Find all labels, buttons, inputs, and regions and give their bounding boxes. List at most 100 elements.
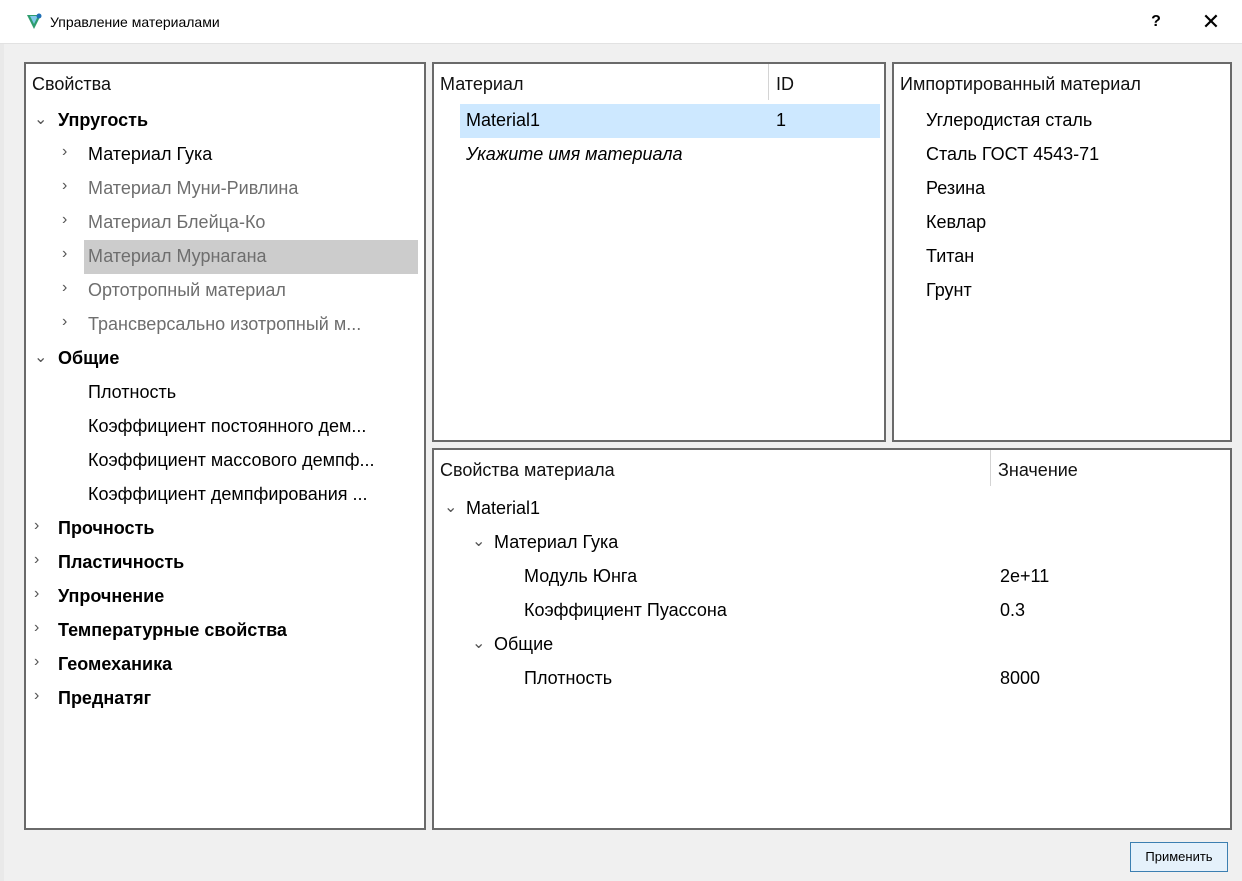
chevron-right-icon[interactable]: › [62,313,67,331]
chevron-right-icon[interactable]: › [62,143,67,161]
tree-item-group[interactable]: ⌄ Материал Гука [434,526,1230,560]
id-column-header[interactable]: ID [776,74,794,95]
chevron-right-icon[interactable]: › [62,211,67,229]
properties-panel: Свойства ⌄ Упругость › Материал Гука › М… [24,62,426,830]
tree-item-label: Температурные свойства [58,620,287,640]
window-title: Управление материалами [50,14,220,30]
tree-item-blatz-ko[interactable]: › Материал Блейца-Ко [26,206,424,240]
material-column-header[interactable]: Материал [440,74,523,95]
tree-item-material[interactable]: ⌄ Material1 [434,492,1230,526]
property-value[interactable]: 0.3 [1000,600,1025,621]
chevron-down-icon[interactable]: ⌄ [34,109,47,129]
chevron-down-icon[interactable]: ⌄ [34,347,47,367]
material-name-cell[interactable]: Material1 [466,110,540,131]
property-value[interactable]: 2e+11 [1000,566,1049,587]
tree-item-hardening[interactable]: › Упрочнение [26,580,424,614]
tree-item-label: Общие [58,348,120,368]
property-name: Модуль Юнга [524,566,638,586]
tree-item-label: Коэффициент демпфирования ... [88,484,368,504]
help-button[interactable]: ? [1144,10,1168,34]
chevron-right-icon[interactable]: › [34,619,39,637]
list-item[interactable]: Резина [894,172,1230,206]
group-label: Общие [494,634,554,654]
list-item[interactable]: Кевлар [894,206,1230,240]
window-left-edge [0,44,4,881]
material-id-cell[interactable]: 1 [776,110,786,131]
tree-item-label: Геомеханика [58,654,173,674]
chevron-down-icon[interactable]: ⌄ [472,531,485,551]
tree-item-label: Материал Гука [88,144,213,164]
list-item[interactable]: Сталь ГОСТ 4543-71 [894,138,1230,172]
materials-panel: Материал ID Material1 1 Укажите имя мате… [432,62,886,442]
list-item[interactable]: Углеродистая сталь [894,104,1230,138]
tree-item-elasticity[interactable]: ⌄ Упругость [26,104,424,138]
chevron-right-icon[interactable]: › [34,653,39,671]
tree-item-label: Ортотропный материал [88,280,286,300]
tree-item-hooke[interactable]: › Материал Гука [26,138,424,172]
property-row[interactable]: Плотность 8000 [434,662,1230,696]
tree-item-label: Упругость [58,110,149,130]
tree-item-label: Пластичность [58,552,185,572]
chevron-right-icon[interactable]: › [34,585,39,603]
tree-item-label: Преднатяг [58,688,152,708]
imported-item-label: Титан [926,246,975,266]
column-divider[interactable] [768,64,769,100]
chevron-down-icon[interactable]: ⌄ [444,497,457,517]
property-column-header[interactable]: Свойства материала [440,460,615,481]
tree-item-label: Материал Муни-Ривлина [88,178,299,198]
imported-item-label: Грунт [926,280,972,300]
apply-button[interactable]: Применить [1130,842,1228,872]
tree-item-pretension[interactable]: › Преднатяг [26,682,424,716]
value-column-header[interactable]: Значение [998,460,1078,481]
material-name-label: Material1 [466,498,541,518]
tree-item-geomechanics[interactable]: › Геомеханика [26,648,424,682]
new-material-row[interactable]: Укажите имя материала [434,138,884,172]
chevron-down-icon[interactable]: ⌄ [472,633,485,653]
imported-header: Импортированный материал [900,74,1141,94]
close-button[interactable]: ✕ [1196,8,1226,36]
property-name: Плотность [524,668,613,688]
tree-item-label: Упрочнение [58,586,165,606]
list-item[interactable]: Титан [894,240,1230,274]
tree-item-density[interactable]: Плотность [26,376,424,410]
group-label: Материал Гука [494,532,619,552]
tree-item-constant-damping[interactable]: Коэффициент постоянного дем... [26,410,424,444]
imported-item-label: Кевлар [926,212,987,232]
chevron-right-icon[interactable]: › [62,279,67,297]
new-material-placeholder[interactable]: Укажите имя материала [466,144,683,165]
tree-item-plasticity[interactable]: › Пластичность [26,546,424,580]
tree-item-group[interactable]: ⌄ Общие [434,628,1230,662]
tree-item-thermal[interactable]: › Температурные свойства [26,614,424,648]
property-row[interactable]: Коэффициент Пуассона 0.3 [434,594,1230,628]
chevron-right-icon[interactable]: › [34,551,39,569]
tree-item-transverse-isotropic[interactable]: › Трансверсально изотропный м... [26,308,424,342]
property-name: Коэффициент Пуассона [524,600,727,620]
tree-item-damping-coefficient[interactable]: Коэффициент демпфирования ... [26,478,424,512]
tree-item-general[interactable]: ⌄ Общие [26,342,424,376]
app-logo-icon [27,13,42,29]
property-row[interactable]: Модуль Юнга 2e+11 [434,560,1230,594]
chevron-right-icon[interactable]: › [34,517,39,535]
tree-item-label: Коэффициент массового демпф... [88,450,375,470]
title-bar: Управление материалами ? ✕ [0,0,1242,44]
chevron-right-icon[interactable]: › [62,245,67,263]
property-value[interactable]: 8000 [1000,668,1040,689]
tree-item-mass-damping[interactable]: Коэффициент массового демпф... [26,444,424,478]
imported-item-label: Углеродистая сталь [926,110,1093,130]
tree-item-murnaghan[interactable]: › Материал Мурнагана [26,240,424,274]
tree-item-label: Трансверсально изотропный м... [88,314,362,334]
chevron-right-icon[interactable]: › [34,687,39,705]
material-properties-panel: Свойства материала Значение ⌄ Material1 … [432,448,1232,830]
imported-item-label: Сталь ГОСТ 4543-71 [926,144,1100,164]
tree-item-orthotropic[interactable]: › Ортотропный материал [26,274,424,308]
properties-header: Свойства [32,74,112,94]
imported-materials-panel: Импортированный материал Углеродистая ст… [892,62,1232,442]
list-item[interactable]: Грунт [894,274,1230,308]
imported-item-label: Резина [926,178,986,198]
chevron-right-icon[interactable]: › [62,177,67,195]
tree-item-label: Прочность [58,518,155,538]
table-row[interactable]: Material1 1 [434,104,884,138]
tree-item-mooney-rivlin[interactable]: › Материал Муни-Ривлина [26,172,424,206]
column-divider[interactable] [990,450,991,486]
tree-item-strength[interactable]: › Прочность [26,512,424,546]
